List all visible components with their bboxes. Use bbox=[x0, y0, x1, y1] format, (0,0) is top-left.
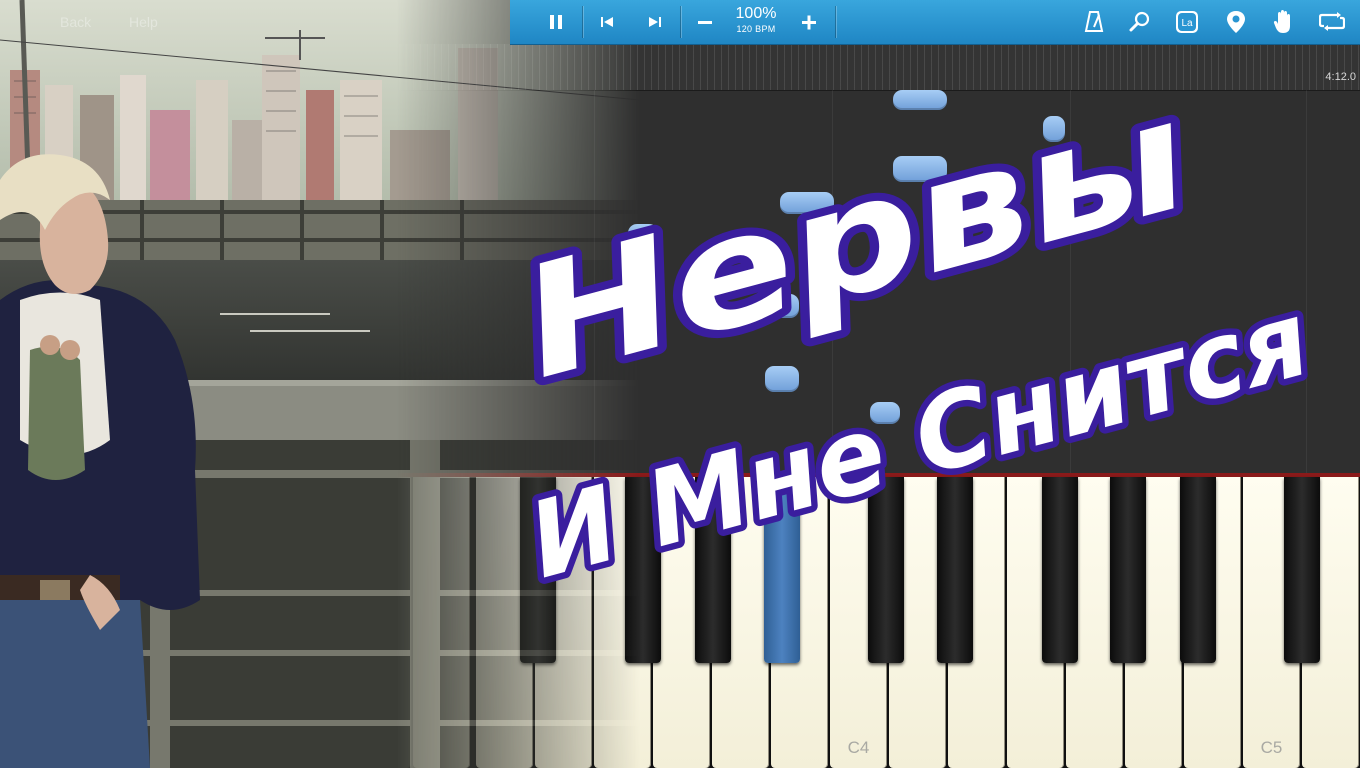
title-overlay: Нервы И Мне Снится bbox=[496, 58, 1328, 609]
synthesia-screen: 4:12.0 C4 C5 Back Help 100% 120 BPM La Н… bbox=[0, 0, 1360, 768]
